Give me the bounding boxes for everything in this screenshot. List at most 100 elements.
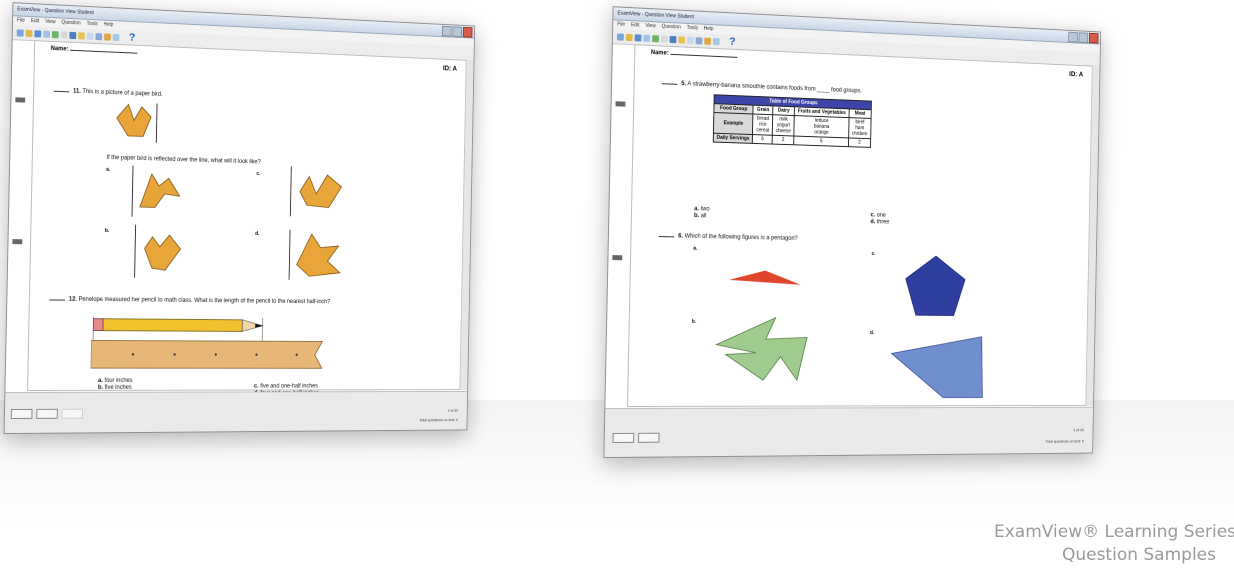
print-icon[interactable]: [643, 34, 651, 42]
table-cell: 6: [752, 134, 773, 145]
gutter-mark: [12, 239, 23, 245]
choice-a[interactable]: a.: [693, 246, 697, 252]
window-footer: 1 of 25 Total questions on test: 5: [604, 406, 1094, 458]
food-groups-table: Table of Food Groups Food Group Grain Da…: [713, 94, 872, 148]
menu-file[interactable]: File: [617, 20, 625, 29]
window-footer: 1 of 25 Total questions on test: 5: [4, 390, 468, 434]
menu-edit[interactable]: Edit: [631, 21, 640, 30]
minimize-icon[interactable]: [441, 25, 452, 37]
list-icon[interactable]: [86, 32, 94, 40]
help-icon[interactable]: ?: [129, 32, 136, 44]
right-app-window: ExamView - Question View Student File Ed…: [603, 6, 1102, 459]
grid-icon[interactable]: [95, 32, 103, 40]
next-button[interactable]: [36, 408, 58, 419]
table-cell: milk yogurt cheese: [772, 114, 795, 137]
folder-icon[interactable]: [78, 31, 85, 39]
grid-icon[interactable]: [695, 36, 703, 44]
close-icon[interactable]: [1088, 32, 1099, 44]
menu-question[interactable]: Question: [661, 23, 681, 33]
table-cell: bread rice cereal: [752, 113, 773, 136]
question-page: Name: ID: A 5. A strawberry-banana smoot…: [626, 44, 1093, 407]
star-icon[interactable]: [704, 37, 712, 45]
choice-b[interactable]: b.: [692, 319, 696, 325]
minimize-icon[interactable]: [1068, 31, 1078, 43]
table-cell: lettuce banana orange: [794, 115, 849, 138]
question-12-prompt: 12. Penelope measured her pencil to math…: [49, 296, 401, 305]
pencil-ruler-image: [90, 317, 335, 386]
name-label: Name:: [51, 46, 138, 56]
submit-button[interactable]: [61, 408, 84, 419]
question-5-prompt: 5. A strawberry-banana smoothie contains…: [661, 80, 862, 94]
menu-help[interactable]: Help: [704, 25, 714, 34]
next-button[interactable]: [637, 432, 660, 443]
menu-view[interactable]: View: [645, 22, 656, 31]
total-status: Total questions on test: 5: [1045, 438, 1084, 444]
answer-c[interactable]: c. five and one-half inches: [254, 384, 318, 390]
zoom-icon[interactable]: [660, 35, 668, 43]
maximize-icon[interactable]: [1078, 32, 1089, 44]
choice-a[interactable]: a.: [106, 167, 110, 173]
arrow-icon[interactable]: [69, 31, 77, 39]
menu-edit[interactable]: Edit: [31, 17, 40, 26]
window-title: ExamView - Question View Student: [617, 10, 695, 21]
question-11-followup: If the paper bird is reflected over the …: [106, 154, 261, 166]
new-icon[interactable]: [616, 32, 624, 41]
left-app-window: ExamView - Question View Student File Ed…: [3, 2, 476, 435]
save-icon[interactable]: [34, 29, 42, 37]
product-showcase: ExamView - Question View Student File Ed…: [0, 0, 1234, 578]
gutter-mark: [612, 255, 623, 261]
menu-tools[interactable]: Tools: [687, 24, 698, 33]
choice-c[interactable]: c.: [872, 251, 876, 257]
name-label: Name:: [651, 50, 738, 60]
check-icon[interactable]: [51, 30, 59, 38]
answer-c[interactable]: c. one: [870, 213, 885, 219]
answer-a[interactable]: a. two: [694, 206, 710, 212]
answer-a[interactable]: a. four inches: [98, 378, 133, 384]
menu-tools[interactable]: Tools: [86, 20, 97, 29]
folder-icon[interactable]: [678, 35, 686, 44]
open-icon[interactable]: [25, 29, 33, 37]
prev-button[interactable]: [10, 408, 33, 420]
choice-d-crane: [284, 230, 348, 281]
save-icon[interactable]: [634, 33, 642, 42]
list-icon[interactable]: [686, 36, 694, 44]
zoom-icon[interactable]: [60, 30, 68, 39]
answer-b[interactable]: b. five inches: [98, 385, 132, 391]
page-status: 1 of 25: [447, 407, 459, 413]
window-title: ExamView - Question View Student: [17, 6, 94, 17]
check-icon[interactable]: [652, 34, 660, 42]
open-icon[interactable]: [625, 33, 633, 41]
menu-view[interactable]: View: [45, 18, 56, 27]
question-11-prompt: 11. This is a picture of a paper bird.: [53, 88, 163, 98]
prev-button[interactable]: [612, 432, 635, 444]
question-6-prompt: 6. Which of the following figures is a p…: [658, 233, 798, 242]
new-icon[interactable]: [16, 28, 24, 37]
close-icon[interactable]: [462, 26, 473, 38]
table-cell: 2: [848, 137, 871, 148]
choice-c-crane: [285, 166, 349, 217]
menu-file[interactable]: File: [17, 16, 25, 25]
page-status: 1 of 25: [1073, 427, 1085, 433]
arrow-icon[interactable]: [669, 35, 677, 43]
choice-a-crane: [126, 165, 184, 217]
answer-b[interactable]: b. all: [694, 213, 707, 219]
window-controls: [441, 25, 473, 38]
choice-c[interactable]: c.: [256, 171, 260, 177]
choice-b[interactable]: b.: [105, 228, 109, 234]
menu-question[interactable]: Question: [61, 19, 81, 29]
menu-help[interactable]: Help: [103, 21, 113, 30]
choice-b-crane: [127, 224, 187, 278]
answer-d[interactable]: d. three: [870, 219, 889, 225]
layout-icon[interactable]: [712, 37, 720, 45]
pentagon-shape: [903, 254, 967, 318]
maximize-icon[interactable]: [452, 26, 463, 38]
help-icon[interactable]: ?: [729, 36, 736, 48]
choice-d[interactable]: d.: [870, 330, 874, 336]
id-label: ID: A: [442, 65, 458, 73]
question-page: Name: ID: A 11. This is a picture of a p…: [27, 40, 467, 396]
choice-d[interactable]: d.: [255, 231, 259, 237]
star-icon[interactable]: [104, 32, 111, 41]
print-icon[interactable]: [43, 30, 51, 38]
caption-subtitle: Question Samples: [1061, 545, 1216, 565]
layout-icon[interactable]: [112, 33, 120, 41]
